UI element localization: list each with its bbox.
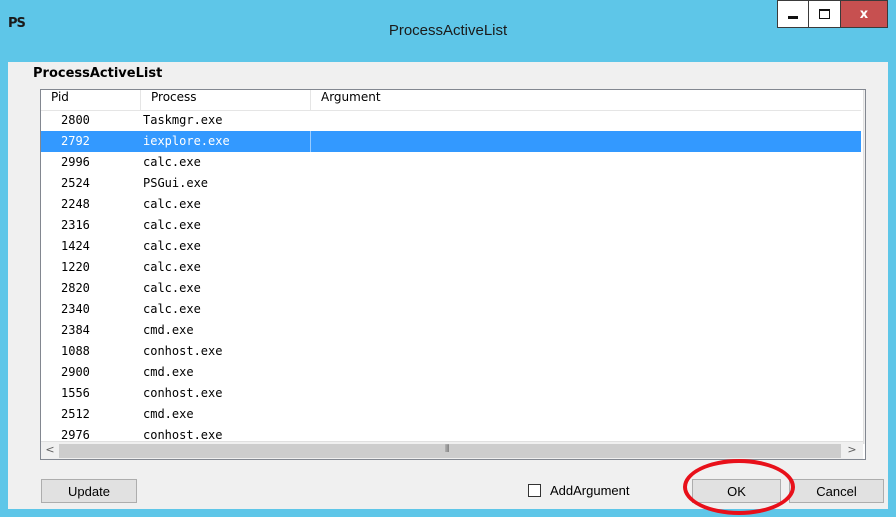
minimize-icon (788, 16, 798, 19)
process-cell: calc.exe (143, 239, 201, 253)
process-cell: calc.exe (143, 218, 201, 232)
pid-cell: 1556 (61, 386, 90, 400)
pid-cell: 2512 (61, 407, 90, 421)
cancel-button[interactable]: Cancel (789, 479, 884, 503)
process-cell: Taskmgr.exe (143, 113, 223, 127)
window-title: ProcessActiveList (388, 22, 508, 39)
close-button[interactable]: x (841, 0, 888, 28)
pid-cell: 2792 (61, 134, 90, 148)
pid-cell: 2820 (61, 281, 90, 295)
process-cell: cmd.exe (143, 323, 194, 337)
table-row[interactable]: 2248 calc.exe (41, 194, 861, 215)
process-cell: calc.exe (143, 302, 201, 316)
grip-icon: ⦀ (445, 444, 450, 455)
update-button[interactable]: Update (41, 479, 137, 503)
horizontal-scroll-thumb[interactable]: ⦀ (59, 444, 841, 458)
process-cell: calc.exe (143, 281, 201, 295)
process-cell: calc.exe (143, 197, 201, 211)
table-row[interactable]: 1424 calc.exe (41, 236, 861, 257)
pid-cell: 2976 (61, 428, 90, 442)
process-cell: PSGui.exe (143, 176, 209, 190)
process-cell: conhost.exe (143, 428, 223, 442)
add-argument-checkbox[interactable] (528, 484, 541, 497)
table-row[interactable]: 1088 conhost.exe (41, 341, 861, 362)
pid-cell: 2800 (61, 113, 90, 127)
pid-cell: 2340 (61, 302, 90, 316)
ok-button[interactable]: OK (692, 479, 781, 503)
table-row[interactable]: 2340 calc.exe (41, 299, 861, 320)
pid-cell: 2248 (61, 197, 90, 211)
table-row[interactable]: 2524 PSGui.exe (41, 173, 861, 194)
process-active-list-window: PS ProcessActiveList x ProcessActiveList… (0, 0, 896, 517)
table-row[interactable]: 2800 Taskmgr.exe (41, 110, 861, 131)
process-list[interactable]: Pid Process Argument 2800 Taskmgr.exe 2792… (40, 89, 866, 460)
table-row[interactable]: 2996 calc.exe (41, 152, 861, 173)
minimize-button[interactable] (777, 0, 809, 28)
scroll-left-icon[interactable]: < (43, 443, 57, 456)
vertical-scrollbar[interactable]: ⌃ ≡ ⌄ (863, 90, 866, 444)
process-cell: cmd.exe (143, 407, 194, 421)
pid-cell: 1424 (61, 239, 90, 253)
pid-cell: 1220 (61, 260, 90, 274)
vertical-scroll-thumb[interactable]: ≡ (865, 308, 866, 398)
process-cell: conhost.exe (143, 344, 223, 358)
close-icon: x (859, 6, 869, 22)
table-row[interactable]: 2820 calc.exe (41, 278, 861, 299)
scroll-up-icon[interactable]: ⌃ (864, 92, 865, 105)
pid-cell: 2384 (61, 323, 90, 337)
table-row[interactable]: 2384 cmd.exe (41, 320, 861, 341)
scroll-down-icon[interactable]: ⌄ (864, 420, 865, 433)
process-cell: conhost.exe (143, 386, 223, 400)
table-row[interactable]: 2900 cmd.exe (41, 362, 861, 383)
group-label: ProcessActiveList (33, 66, 163, 81)
process-cell: iexplore.exe (143, 134, 230, 148)
pid-cell: 2524 (61, 176, 90, 190)
column-header-argument[interactable]: Argument (311, 90, 861, 110)
pid-cell: 1088 (61, 344, 90, 358)
maximize-button[interactable] (809, 0, 841, 28)
scroll-right-icon[interactable]: > (845, 443, 859, 456)
process-cell: calc.exe (143, 155, 201, 169)
column-header-pid[interactable]: Pid (41, 90, 141, 110)
pid-cell: 2316 (61, 218, 90, 232)
list-header: Pid Process Argument (41, 90, 861, 111)
table-row[interactable]: 2316 calc.exe (41, 215, 861, 236)
process-cell: calc.exe (143, 260, 201, 274)
pid-cell: 2996 (61, 155, 90, 169)
title-bar[interactable]: PS ProcessActiveList x (0, 0, 896, 62)
table-row[interactable]: 1556 conhost.exe (41, 383, 861, 404)
table-row[interactable]: 2792 iexplore.exe (41, 131, 861, 152)
column-header-process[interactable]: Process (141, 90, 311, 110)
table-row[interactable]: 2512 cmd.exe (41, 404, 861, 425)
pid-cell: 2900 (61, 365, 90, 379)
maximize-icon (819, 9, 830, 19)
table-row[interactable]: 1220 calc.exe (41, 257, 861, 278)
add-argument-label: AddArgument (550, 483, 630, 498)
process-cell: cmd.exe (143, 365, 194, 379)
horizontal-scrollbar[interactable]: < ⦀ > (41, 441, 863, 459)
